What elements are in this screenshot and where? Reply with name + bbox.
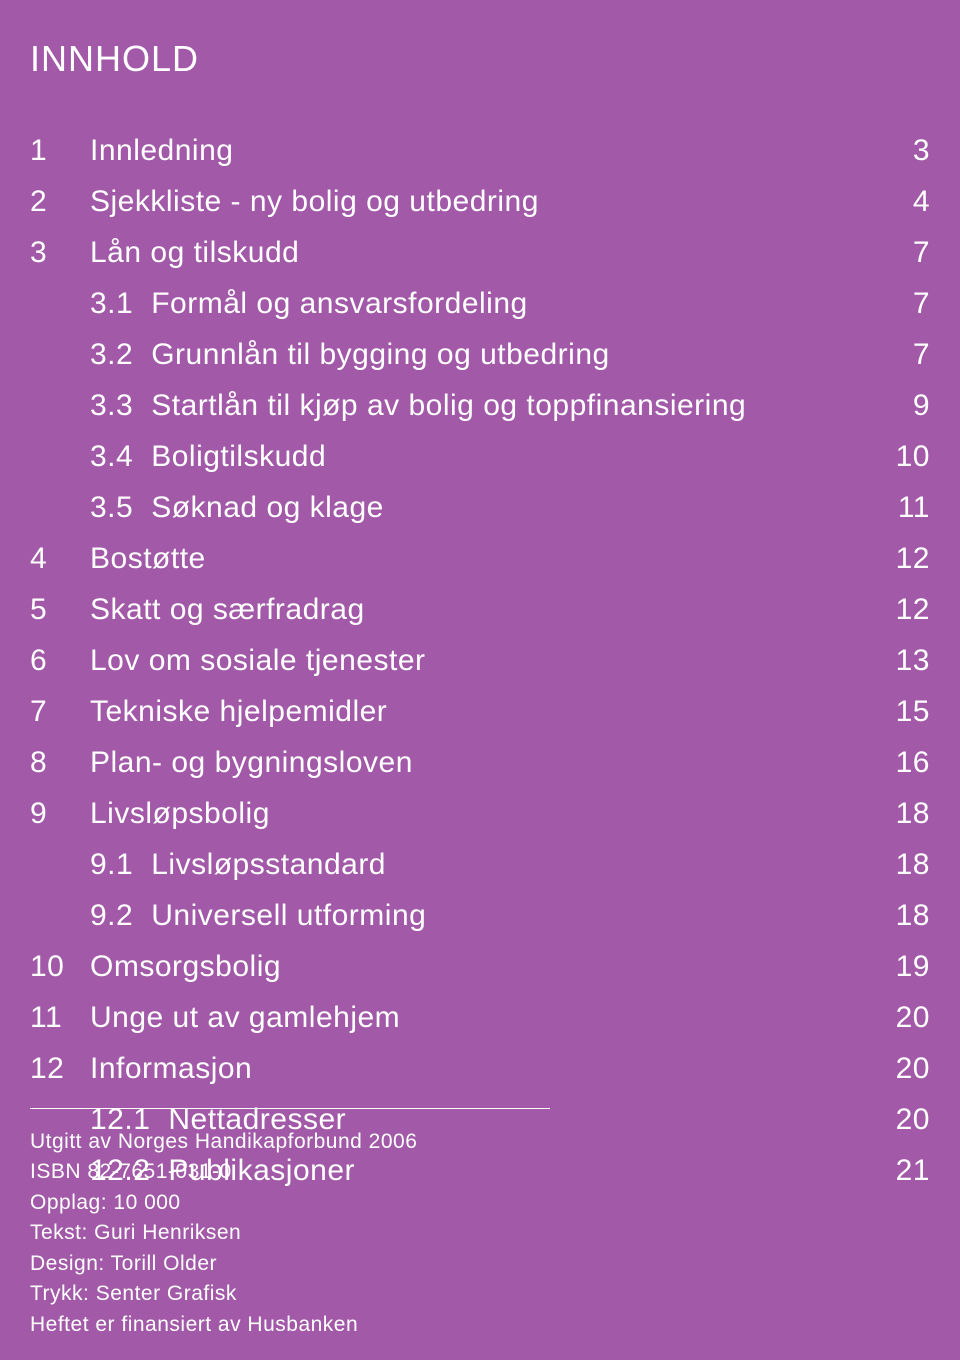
- toc-section-number: 6: [30, 638, 90, 683]
- toc-page-number: 18: [870, 791, 930, 836]
- toc-subsection-number: 3.2: [30, 332, 133, 377]
- toc-page-number: 7: [870, 230, 930, 275]
- toc-page-number: 10: [870, 434, 930, 479]
- toc-page-number: 15: [870, 689, 930, 734]
- toc-label: Livsløpsbolig: [90, 791, 870, 836]
- toc-section-number: 10: [30, 944, 90, 989]
- toc-label: Startlån til kjøp av bolig og toppfinans…: [151, 383, 870, 428]
- toc-section-number: 2: [30, 179, 90, 224]
- toc-label: Sjekkliste - ny bolig og utbedring: [90, 179, 870, 224]
- toc-section-number: 1: [30, 128, 90, 173]
- toc-section-number: 9: [30, 791, 90, 836]
- toc-page-number: 4: [870, 179, 930, 224]
- toc-label: Boligtilskudd: [151, 434, 870, 479]
- toc-page-number: 11: [870, 485, 930, 530]
- page-title: INNHOLD: [30, 38, 930, 80]
- toc-page-number: 9: [870, 383, 930, 428]
- toc-page-number: 12: [870, 587, 930, 632]
- toc-label: Formål og ansvarsfordeling: [151, 281, 870, 326]
- table-of-contents: 1Innledning32Sjekkliste - ny bolig og ut…: [30, 128, 930, 1193]
- toc-section-number: 4: [30, 536, 90, 581]
- toc-section-number: 12: [30, 1046, 90, 1091]
- toc-section-number: 8: [30, 740, 90, 785]
- toc-subsection-number: 3.4: [30, 434, 133, 479]
- footer: Utgitt av Norges Handikapforbund 2006ISB…: [30, 1108, 930, 1340]
- toc-row: 6Lov om sosiale tjenester13: [30, 638, 930, 683]
- toc-page-number: 3: [870, 128, 930, 173]
- credit-line: Design: Torill Older: [30, 1249, 930, 1279]
- toc-row: 11Unge ut av gamlehjem20: [30, 995, 930, 1040]
- toc-page-number: 12: [870, 536, 930, 581]
- toc-page-number: 18: [870, 842, 930, 887]
- toc-row: 4Bostøtte12: [30, 536, 930, 581]
- toc-label: Tekniske hjelpemidler: [90, 689, 870, 734]
- toc-page-number: 7: [870, 281, 930, 326]
- toc-row: 7Tekniske hjelpemidler15: [30, 689, 930, 734]
- toc-row: 1Innledning3: [30, 128, 930, 173]
- toc-label: Unge ut av gamlehjem: [90, 995, 870, 1040]
- toc-row: 3.3 Startlån til kjøp av bolig og toppfin…: [30, 383, 930, 428]
- toc-page-number: 16: [870, 740, 930, 785]
- toc-row: 12Informasjon20: [30, 1046, 930, 1091]
- credit-line: Trykk: Senter Grafisk: [30, 1279, 930, 1309]
- credit-line: Utgitt av Norges Handikapforbund 2006: [30, 1127, 930, 1157]
- toc-row: 5Skatt og særfradrag12: [30, 587, 930, 632]
- toc-label: Skatt og særfradrag: [90, 587, 870, 632]
- toc-row: 3.4 Boligtilskudd10: [30, 434, 930, 479]
- toc-row: 8Plan- og bygningsloven16: [30, 740, 930, 785]
- toc-row: 9.2 Universell utforming18: [30, 893, 930, 938]
- toc-row: 9Livsløpsbolig18: [30, 791, 930, 836]
- toc-page-number: 19: [870, 944, 930, 989]
- toc-page-number: 13: [870, 638, 930, 683]
- toc-label: Grunnlån til bygging og utbedring: [151, 332, 870, 377]
- toc-section-number: 11: [30, 995, 90, 1040]
- toc-row: 9.1 Livsløpsstandard18: [30, 842, 930, 887]
- credit-line: Opplag: 10 000: [30, 1188, 930, 1218]
- toc-label: Bostøtte: [90, 536, 870, 581]
- toc-subsection-number: 3.5: [30, 485, 133, 530]
- toc-label: Søknad og klage: [151, 485, 870, 530]
- toc-label: Lov om sosiale tjenester: [90, 638, 870, 683]
- toc-row: 10Omsorgsbolig19: [30, 944, 930, 989]
- toc-label: Lån og tilskudd: [90, 230, 870, 275]
- credits: Utgitt av Norges Handikapforbund 2006ISB…: [30, 1127, 930, 1340]
- toc-label: Omsorgsbolig: [90, 944, 870, 989]
- toc-page-number: 20: [870, 1046, 930, 1091]
- credit-line: Tekst: Guri Henriksen: [30, 1218, 930, 1248]
- toc-label: Universell utforming: [151, 893, 870, 938]
- toc-row: 3.2 Grunnlån til bygging og utbedring7: [30, 332, 930, 377]
- toc-subsection-number: 9.2: [30, 893, 133, 938]
- toc-section-number: 7: [30, 689, 90, 734]
- toc-row: 2Sjekkliste - ny bolig og utbedring4: [30, 179, 930, 224]
- toc-section-number: 5: [30, 587, 90, 632]
- toc-label: Livsløpsstandard: [151, 842, 870, 887]
- toc-row: 3.5 Søknad og klage11: [30, 485, 930, 530]
- credit-line: Heftet er finansiert av Husbanken: [30, 1310, 930, 1340]
- toc-page-number: 7: [870, 332, 930, 377]
- credit-line: ISBN 82-7651-031-0: [30, 1157, 930, 1187]
- divider: [30, 1108, 550, 1109]
- toc-subsection-number: 3.3: [30, 383, 133, 428]
- toc-label: Innledning: [90, 128, 870, 173]
- toc-label: Plan- og bygningsloven: [90, 740, 870, 785]
- toc-subsection-number: 3.1: [30, 281, 133, 326]
- toc-subsection-number: 9.1: [30, 842, 133, 887]
- toc-label: Informasjon: [90, 1046, 870, 1091]
- toc-row: 3.1 Formål og ansvarsfordeling7: [30, 281, 930, 326]
- toc-page-number: 18: [870, 893, 930, 938]
- toc-row: 3Lån og tilskudd7: [30, 230, 930, 275]
- toc-section-number: 3: [30, 230, 90, 275]
- toc-page-number: 20: [870, 995, 930, 1040]
